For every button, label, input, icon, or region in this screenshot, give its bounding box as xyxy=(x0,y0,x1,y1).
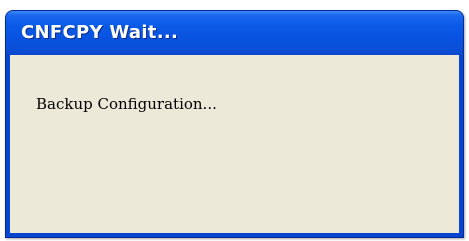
title-bar[interactable]: CNFCPY Wait... xyxy=(6,11,463,55)
window-title: CNFCPY Wait... xyxy=(21,22,179,43)
status-message: Backup Configuration... xyxy=(36,95,217,113)
wait-dialog: CNFCPY Wait... Backup Configuration... xyxy=(5,10,464,238)
dialog-body: Backup Configuration... xyxy=(10,55,459,233)
